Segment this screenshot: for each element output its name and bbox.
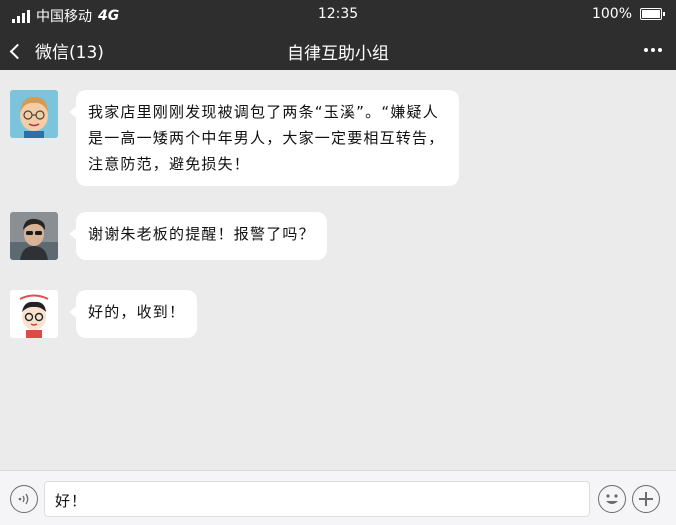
- elder-man-avatar[interactable]: [10, 90, 58, 138]
- more-dots-icon: [644, 48, 648, 52]
- chat-area[interactable]: 我家店里刚刚发现被调包了两条“玉溪”。“嫌疑人是一高一矮两个中年男人，大家一定要…: [0, 70, 676, 470]
- nav-bar: 微信(13) 自律互助小组: [0, 30, 676, 70]
- voice-icon: [18, 493, 29, 505]
- message-item: 好的，收到！: [10, 290, 198, 338]
- message-bubble[interactable]: 好的，收到！: [68, 290, 198, 338]
- voice-button[interactable]: [10, 485, 38, 513]
- clock: 12:35: [317, 6, 359, 22]
- man-sunglasses-avatar[interactable]: [10, 212, 58, 260]
- more-options-button[interactable]: [644, 48, 662, 52]
- message-item: 我家店里刚刚发现被调包了两条“玉溪”。“嫌疑人是一高一矮两个中年男人，大家一定要…: [10, 90, 459, 186]
- message-item: 谢谢朱老板的提醒！报警了吗？: [10, 212, 327, 260]
- message-input[interactable]: 好！: [44, 481, 590, 517]
- input-bar: 好！: [0, 470, 676, 525]
- chat-title: 自律互助小组: [287, 44, 389, 64]
- status-bar: 中国移动 4G 12:35 100%: [0, 0, 676, 30]
- battery-icon: [640, 8, 665, 20]
- cartoon-boy-avatar[interactable]: [10, 290, 58, 338]
- plus-button[interactable]: [632, 485, 660, 513]
- message-bubble[interactable]: 谢谢朱老板的提醒！报警了吗？: [69, 212, 327, 260]
- emoji-icon: [605, 493, 618, 504]
- battery-percent: 100%: [591, 6, 632, 22]
- emoji-button[interactable]: [598, 485, 626, 513]
- message-bubble[interactable]: 我家店里刚刚发现被调包了两条“玉溪”。“嫌疑人是一高一矮两个中年男人，大家一定要…: [69, 90, 459, 186]
